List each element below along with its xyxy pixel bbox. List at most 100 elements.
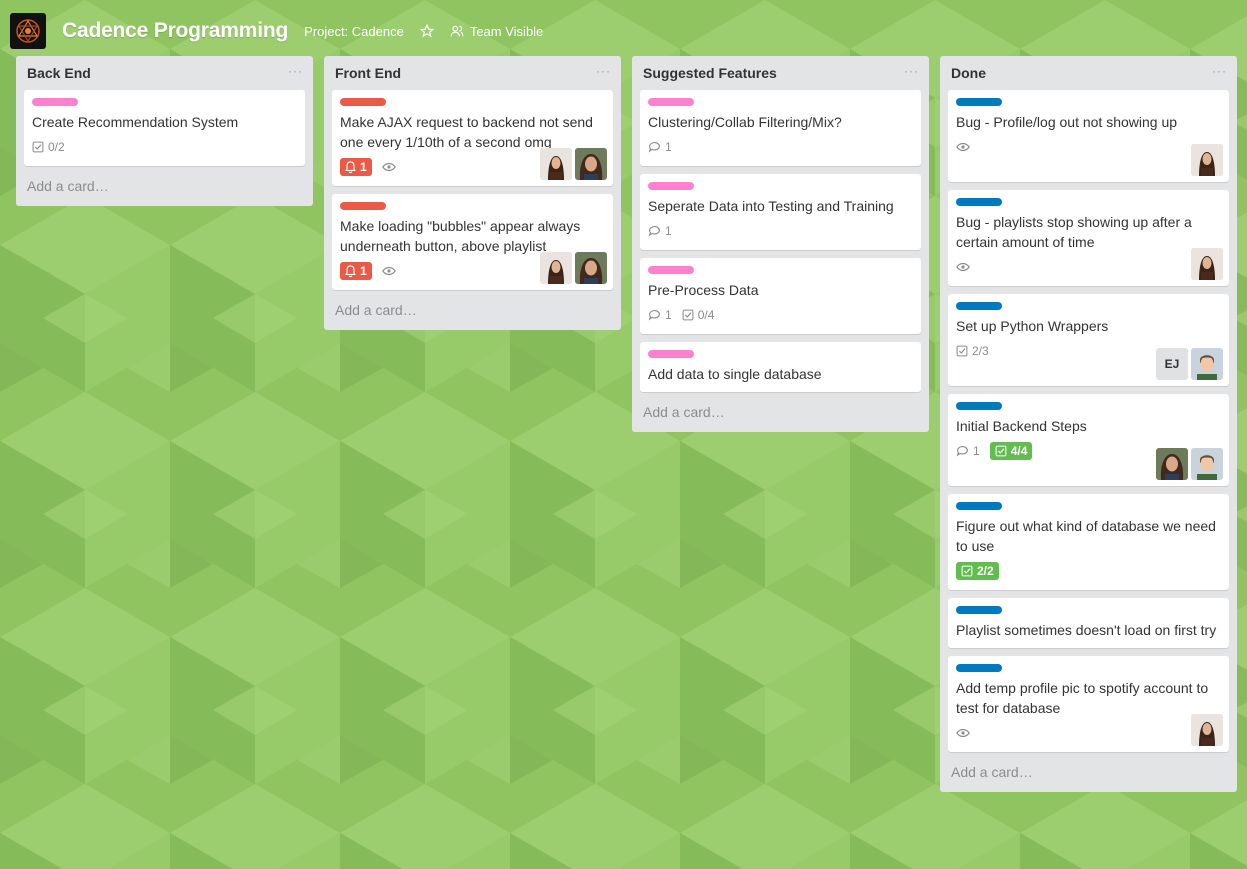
list-back-end: Back End ··· Create Recommendation Syste… (16, 56, 313, 206)
card[interactable]: Initial Backend Steps 1 4/4 (948, 394, 1229, 486)
card-label (648, 350, 694, 358)
board-header: Cadence Programming Project: Cadence Tea… (10, 10, 1240, 52)
due-count: 1 (360, 160, 367, 174)
watching-badge (956, 142, 970, 152)
checklist-icon (961, 565, 973, 577)
avatar-woman-1[interactable] (1191, 714, 1223, 746)
card-badges: 1 (648, 136, 913, 158)
watch-icon (956, 728, 970, 738)
card-label (648, 182, 694, 190)
card-label (956, 502, 1002, 510)
card-label (956, 98, 1002, 106)
comments-count: 1 (973, 444, 980, 458)
list-title[interactable]: Done (951, 65, 986, 81)
card-label (340, 202, 386, 210)
team-icon (450, 25, 464, 37)
card-title: Add data to single database (648, 366, 822, 382)
list-header: Suggested Features ··· (640, 56, 921, 90)
comments-count: 1 (665, 308, 672, 322)
star-button[interactable] (419, 24, 434, 38)
card-label (340, 98, 386, 106)
watch-icon (381, 162, 396, 172)
avatar-woman-2[interactable] (1156, 448, 1188, 480)
watch-icon (956, 262, 970, 272)
avatar-woman-1[interactable] (1191, 144, 1223, 176)
list-menu-icon[interactable]: ··· (288, 64, 303, 78)
avatar-woman-1[interactable] (540, 148, 572, 180)
card[interactable]: Pre-Process Data 1 0/4 (640, 258, 921, 334)
card-label (32, 98, 78, 106)
checklist-icon (956, 345, 968, 357)
card[interactable]: Clustering/Collab Filtering/Mix? 1 (640, 90, 921, 166)
card-members (540, 252, 607, 284)
board-title[interactable]: Cadence Programming (62, 19, 288, 43)
card-title: Seperate Data into Testing and Training (648, 198, 894, 214)
avatar-man-1[interactable] (1191, 448, 1223, 480)
card-title: Initial Backend Steps (956, 418, 1087, 434)
card[interactable]: Make AJAX request to backend not send on… (332, 90, 613, 186)
checklist-count: 0/2 (48, 140, 65, 154)
avatar-woman-2[interactable] (575, 148, 607, 180)
card-label (956, 664, 1002, 672)
project-label[interactable]: Project: Cadence (304, 24, 404, 39)
watching-badge (956, 728, 970, 738)
card[interactable]: Create Recommendation System 0/2 (24, 90, 305, 166)
checklist-icon (995, 445, 1007, 457)
card-title: Bug - playlists stop showing up after a … (956, 214, 1192, 250)
comment-icon (648, 226, 660, 237)
add-card-button[interactable]: Add a card… (332, 298, 613, 322)
card-title: Playlist sometimes doesn't load on first… (956, 622, 1217, 638)
star-icon (419, 24, 434, 38)
list-menu-icon[interactable]: ··· (904, 64, 919, 78)
watch-icon (381, 266, 396, 276)
avatar-woman-1[interactable] (540, 252, 572, 284)
avatar-woman-2[interactable] (575, 252, 607, 284)
cadence-logo[interactable] (10, 13, 46, 49)
checklist-count: 2/3 (972, 344, 989, 358)
card[interactable]: Figure out what kind of database we need… (948, 494, 1229, 590)
card[interactable]: Make loading "bubbles" appear always und… (332, 194, 613, 290)
add-card-button[interactable]: Add a card… (640, 400, 921, 424)
card-badges: 0/2 (32, 136, 297, 158)
bell-icon (345, 161, 356, 173)
visibility-button[interactable]: Team Visible (450, 24, 543, 39)
avatar-man-1[interactable] (1191, 348, 1223, 380)
card[interactable]: Add temp profile pic to spotify account … (948, 656, 1229, 752)
card[interactable]: Playlist sometimes doesn't load on first… (948, 598, 1229, 648)
list-menu-icon[interactable]: ··· (1212, 64, 1227, 78)
checklist-count: 0/4 (697, 308, 715, 322)
card-title: Make AJAX request to backend not send on… (340, 114, 593, 150)
add-card-button[interactable]: Add a card… (24, 174, 305, 198)
list-title[interactable]: Back End (27, 65, 91, 81)
comment-icon (956, 446, 968, 457)
checklist-badge: 0/2 (32, 140, 65, 154)
card-title: Make loading "bubbles" appear always und… (340, 218, 581, 254)
card-members (1191, 714, 1223, 746)
card-members: EJ (1156, 348, 1223, 380)
card-title: Add temp profile pic to spotify account … (956, 680, 1209, 716)
checklist-badge: 0/4 (682, 308, 715, 322)
list-header: Front End ··· (332, 56, 613, 90)
member-initials-avatar[interactable]: EJ (1156, 348, 1188, 380)
add-card-button[interactable]: Add a card… (948, 760, 1229, 784)
list-header: Back End ··· (24, 56, 305, 90)
card[interactable]: Bug - Profile/log out not showing up (948, 90, 1229, 182)
comment-icon (648, 310, 660, 321)
card-label (956, 198, 1002, 206)
card[interactable]: Seperate Data into Testing and Training 1 (640, 174, 921, 250)
card[interactable]: Add data to single database (640, 342, 921, 392)
checklist-badge: 2/3 (956, 344, 989, 358)
watching-badge (956, 262, 970, 272)
list-title[interactable]: Front End (335, 65, 401, 81)
list-menu-icon[interactable]: ··· (596, 64, 611, 78)
checklist-icon (32, 141, 44, 153)
card-badges: 1 0/4 (648, 304, 913, 326)
comments-badge: 1 (648, 140, 672, 154)
avatar-woman-1[interactable] (1191, 248, 1223, 280)
card[interactable]: Set up Python Wrappers 2/3 EJ (948, 294, 1229, 386)
list-title[interactable]: Suggested Features (643, 65, 777, 81)
card[interactable]: Bug - playlists stop showing up after a … (948, 190, 1229, 286)
card-title: Clustering/Collab Filtering/Mix? (648, 114, 842, 130)
card-badges (956, 256, 1221, 278)
card-badges: 1 (648, 220, 913, 242)
